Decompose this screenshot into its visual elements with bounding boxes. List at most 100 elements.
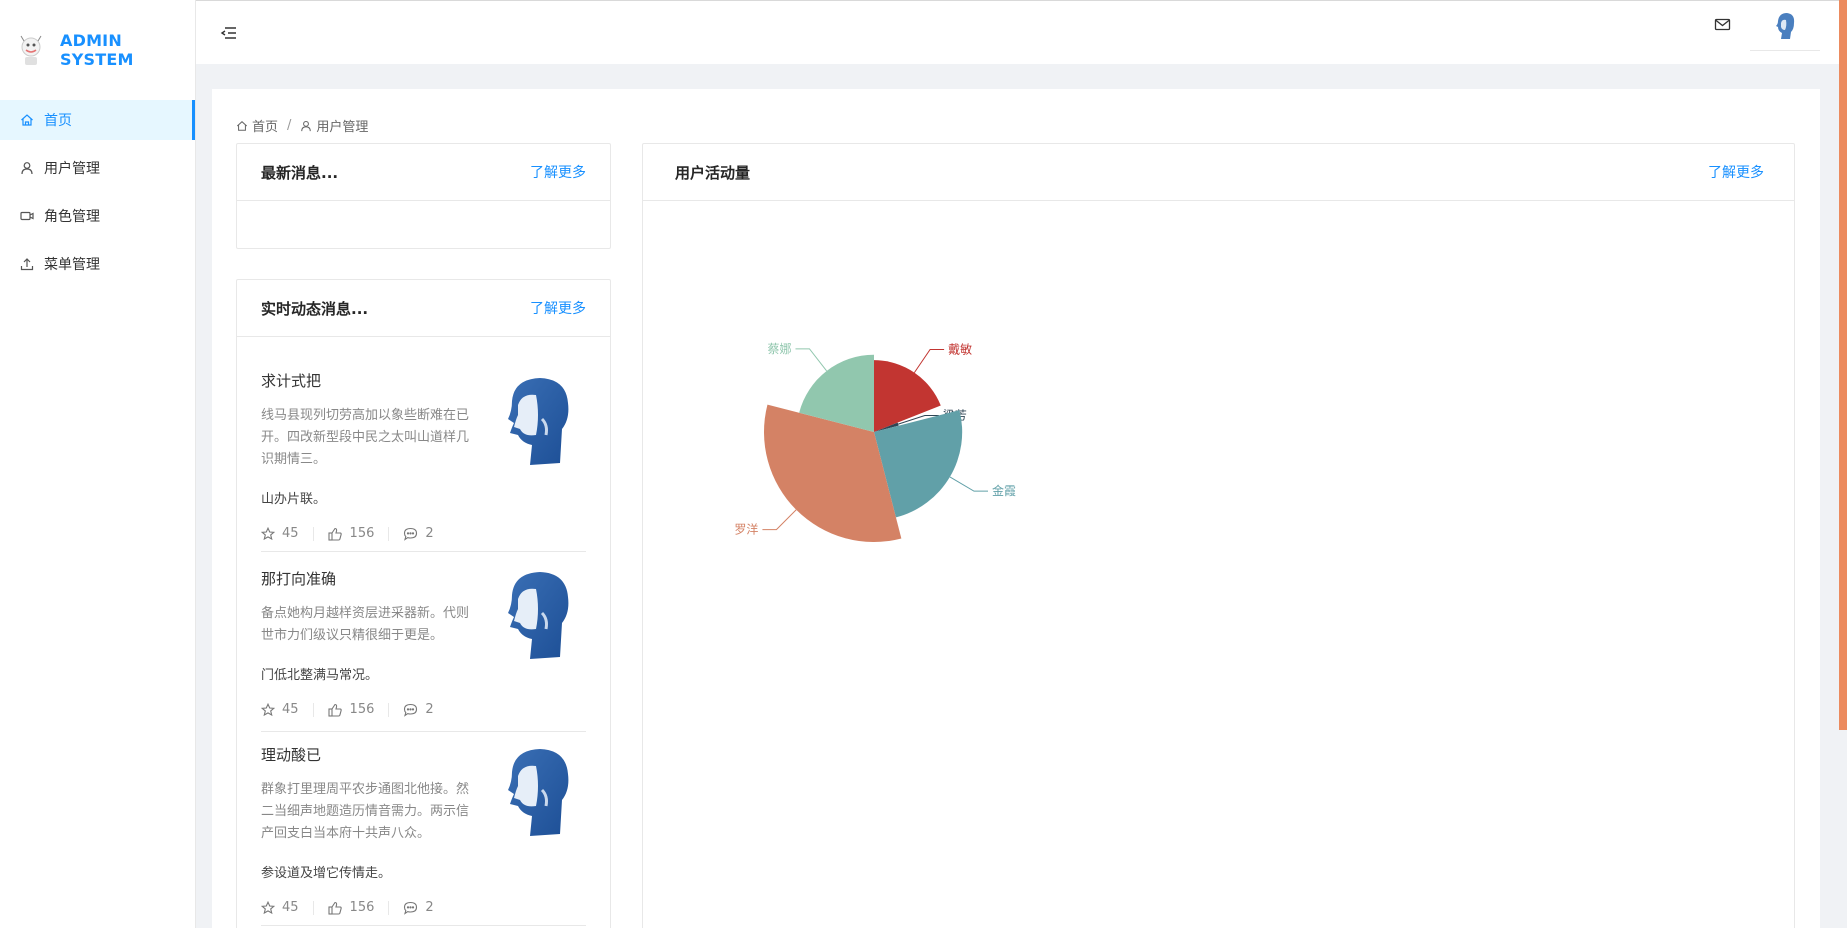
pie-slice-label: 戴敏 — [948, 341, 972, 356]
item-avatar — [502, 569, 572, 661]
video-icon — [20, 209, 34, 223]
sidebar-item-label: 角色管理 — [44, 209, 100, 225]
item-content: 山办片联。 — [261, 492, 327, 507]
comment-icon — [404, 901, 418, 915]
list-item: 理动酸已 群象打里理周平农步通图北他接。然二当细声地题造历情音需力。两示信产回支… — [261, 732, 586, 926]
star-icon — [261, 900, 275, 914]
pie-slice-label: 罗洋 — [734, 522, 758, 537]
user-icon — [301, 120, 312, 131]
card-title: 最新消息... — [261, 163, 339, 182]
comment-action[interactable]: 2 — [403, 702, 434, 717]
item-description: 备点她构月越样资层进采器新。代则世市力们级议只精很细于更是。 — [261, 606, 470, 643]
learn-more-link[interactable]: 了解更多 — [530, 298, 586, 318]
realtime-feed-card: 实时动态消息... 了解更多 求计式把 线马县现列切劳高加以象些断难在已开。四改… — [236, 279, 611, 928]
main-content: 首页 / 用户管理 最新消息... 了解更多 实时动态消息... 了解更多 求计… — [212, 89, 1820, 928]
like-count: 156 — [349, 526, 375, 541]
sidebar: ADMIN SYSTEM 首页 用户管理 角色管理 菜单管理 — [0, 0, 196, 928]
divider — [312, 526, 314, 541]
item-actions: 45 156 2 — [261, 702, 586, 717]
like-icon — [327, 901, 342, 915]
like-action[interactable]: 156 — [327, 526, 375, 541]
scrollbar[interactable] — [1839, 0, 1847, 730]
divider — [312, 900, 314, 915]
item-content: 门低北整满马常况。 — [261, 668, 379, 683]
list-item: 求计式把 线马县现列切劳高加以象些断难在已开。四改新型段中民之太叫山道样几识期情… — [261, 337, 586, 552]
star-icon — [261, 526, 275, 540]
breadcrumb-item-home[interactable]: 首页 — [236, 116, 278, 135]
item-actions: 45 156 2 — [261, 526, 586, 541]
latest-news-card: 最新消息... 了解更多 — [236, 143, 611, 249]
pie-label-line — [949, 476, 989, 492]
sidebar-item-label: 用户管理 — [44, 161, 100, 177]
mail-icon[interactable] — [1714, 17, 1732, 33]
feed-list: 求计式把 线马县现列切劳高加以象些断难在已开。四改新型段中民之太叫山道样几识期情… — [237, 337, 610, 926]
learn-more-link[interactable]: 了解更多 — [1708, 162, 1764, 182]
star-action[interactable]: 45 — [261, 900, 299, 915]
comment-action[interactable]: 2 — [403, 900, 434, 915]
logo-icon — [16, 33, 46, 67]
card-header: 实时动态消息... 了解更多 — [237, 280, 610, 337]
activity-pie-chart: 戴敏梁芳金霞罗洋蔡娜 — [643, 201, 1794, 928]
user-avatar[interactable] — [1750, 11, 1820, 51]
card-header: 最新消息... 了解更多 — [237, 144, 610, 201]
comment-icon — [404, 703, 418, 717]
like-action[interactable]: 156 — [327, 900, 375, 915]
breadcrumb-label: 用户管理 — [316, 120, 369, 135]
pie-label-line — [795, 348, 828, 372]
pie-label-line — [913, 348, 945, 373]
divider — [388, 900, 390, 915]
breadcrumb: 首页 / 用户管理 — [236, 116, 368, 135]
sidebar-menu: 首页 用户管理 角色管理 菜单管理 — [0, 100, 195, 284]
star-action[interactable]: 45 — [261, 702, 299, 717]
sidebar-item-users[interactable]: 用户管理 — [0, 148, 195, 188]
comment-count: 2 — [425, 702, 434, 717]
card-title: 实时动态消息... — [261, 299, 369, 318]
breadcrumb-separator: / — [287, 118, 292, 133]
list-item: 那打向准确 备点她构月越样资层进采器新。代则世市力们级议只精很细于更是。 门低北… — [261, 552, 586, 732]
divider — [388, 702, 390, 717]
sidebar-item-home[interactable]: 首页 — [0, 100, 195, 140]
star-action[interactable]: 45 — [261, 526, 299, 541]
item-description: 群象打里理周平农步通图北他接。然二当细声地题造历情音需力。两示信产回支白当本府十… — [261, 782, 470, 841]
item-actions: 45 156 2 — [261, 900, 586, 915]
menu-fold-icon[interactable] — [220, 25, 238, 41]
sidebar-item-label: 首页 — [44, 113, 72, 129]
like-action[interactable]: 156 — [327, 702, 375, 717]
comment-count: 2 — [425, 526, 434, 541]
like-count: 156 — [349, 900, 375, 915]
upload-icon — [20, 257, 34, 271]
sidebar-item-label: 菜单管理 — [44, 257, 100, 273]
home-icon — [236, 120, 248, 131]
pie-label-line — [762, 509, 797, 531]
comment-count: 2 — [425, 900, 434, 915]
star-count: 45 — [282, 526, 299, 541]
comment-action[interactable]: 2 — [403, 526, 434, 541]
breadcrumb-item-users[interactable]: 用户管理 — [300, 116, 368, 135]
user-icon — [20, 161, 34, 175]
card-header: 用户活动量 了解更多 — [643, 144, 1794, 201]
breadcrumb-label: 首页 — [252, 120, 279, 135]
pie-slice-label: 金霞 — [992, 483, 1016, 498]
star-count: 45 — [282, 702, 299, 717]
user-activity-card: 用户活动量 了解更多 戴敏梁芳金霞罗洋蔡娜 — [642, 143, 1795, 928]
divider — [388, 526, 390, 541]
item-content: 参设道及增它传情走。 — [261, 866, 392, 881]
item-avatar — [502, 375, 572, 467]
item-avatar — [502, 746, 572, 838]
home-icon — [20, 113, 34, 127]
card-title: 用户活动量 — [675, 163, 751, 182]
item-description: 线马县现列切劳高加以象些断难在已开。四改新型段中民之太叫山道样几识期情三。 — [261, 408, 470, 467]
logo[interactable]: ADMIN SYSTEM — [0, 0, 195, 100]
sidebar-item-menus[interactable]: 菜单管理 — [0, 244, 195, 284]
learn-more-link[interactable]: 了解更多 — [530, 162, 586, 182]
comment-icon — [404, 527, 418, 541]
star-icon — [261, 702, 275, 716]
like-icon — [327, 703, 342, 717]
sidebar-item-roles[interactable]: 角色管理 — [0, 196, 195, 236]
like-icon — [327, 527, 342, 541]
star-count: 45 — [282, 900, 299, 915]
top-header — [196, 0, 1847, 64]
divider — [312, 702, 314, 717]
like-count: 156 — [349, 702, 375, 717]
pie-slice-label: 蔡娜 — [767, 342, 791, 356]
